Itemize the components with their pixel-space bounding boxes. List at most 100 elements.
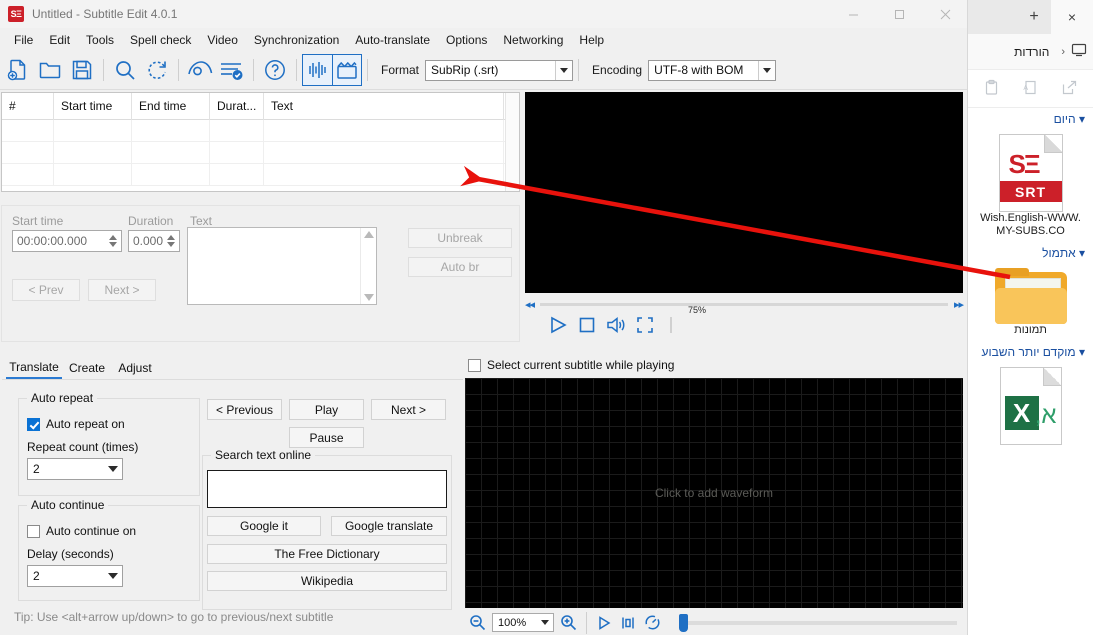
next-button[interactable]: Next >	[88, 279, 156, 301]
replace-icon[interactable]	[141, 54, 173, 86]
menu-options[interactable]: Options	[438, 30, 495, 50]
unbreak-button[interactable]: Unbreak	[408, 228, 512, 248]
breadcrumb[interactable]: הורדות	[1014, 45, 1049, 59]
column-header-end-time[interactable]: End time	[132, 93, 210, 120]
open-folder-icon[interactable]	[34, 54, 66, 86]
select-current-subtitle-checkbox[interactable]: Select current subtitle while playing	[468, 358, 674, 372]
srt-icon-mark: SΞ	[1008, 149, 1041, 179]
google-it-button[interactable]: Google it	[207, 516, 321, 536]
search-input[interactable]	[207, 470, 447, 508]
subtitle-text-input[interactable]	[187, 227, 377, 305]
tab-translate[interactable]: Translate	[6, 357, 62, 379]
menu-file[interactable]: File	[6, 30, 41, 50]
help-icon[interactable]	[259, 54, 291, 86]
waveform-zoom-dropdown[interactable]: 100%	[492, 613, 554, 632]
this-pc-icon[interactable]	[1071, 42, 1087, 61]
menu-spell-check[interactable]: Spell check	[122, 30, 199, 50]
volume-icon[interactable]	[606, 316, 626, 334]
start-time-input[interactable]: 00:00:00.000	[12, 230, 122, 252]
subtitle-list[interactable]: # Start time End time Durat... Text	[1, 92, 520, 192]
menu-help[interactable]: Help	[571, 30, 612, 50]
volume-slider[interactable]: 75%	[670, 305, 742, 333]
next-playback-button[interactable]: Next >	[371, 399, 446, 420]
column-header-text[interactable]: Text	[264, 93, 504, 120]
share-icon[interactable]	[1061, 79, 1078, 99]
speed-icon[interactable]	[644, 614, 661, 631]
auto-repeat-checkbox[interactable]: Auto repeat on	[27, 417, 125, 431]
previous-button[interactable]: < Previous	[207, 399, 282, 420]
encoding-dropdown[interactable]: UTF-8 with BOM	[648, 59, 777, 81]
table-row[interactable]	[2, 164, 519, 186]
video-player[interactable]	[525, 92, 963, 293]
list-item[interactable]: X א,	[968, 361, 1093, 449]
menu-networking[interactable]: Networking	[495, 30, 571, 50]
slider-thumb[interactable]	[679, 613, 688, 632]
column-header-number[interactable]: #	[2, 93, 54, 120]
rewind-icon[interactable]: ◂◂	[525, 298, 535, 311]
scroll-down-icon[interactable]	[363, 294, 374, 301]
free-dictionary-button[interactable]: The Free Dictionary	[207, 544, 447, 564]
visual-sync-icon[interactable]	[184, 54, 216, 86]
save-icon[interactable]	[66, 54, 98, 86]
waveform-position-slider[interactable]	[679, 613, 957, 632]
wikipedia-button[interactable]: Wikipedia	[207, 571, 447, 591]
spinner-arrows-icon[interactable]	[163, 232, 178, 250]
stop-icon[interactable]	[578, 316, 596, 334]
subtitle-list-scrollbar[interactable]	[505, 93, 519, 191]
spinner-arrows-icon[interactable]	[105, 232, 120, 250]
google-translate-button[interactable]: Google translate	[331, 516, 447, 536]
table-row[interactable]	[2, 120, 519, 142]
column-header-duration[interactable]: Durat...	[210, 93, 264, 120]
back-chevron-icon[interactable]: ‹	[1061, 46, 1065, 58]
delay-dropdown[interactable]: 2	[27, 565, 123, 587]
waveform-play-icon[interactable]	[596, 615, 612, 631]
autobr-button[interactable]: Auto br	[408, 257, 512, 277]
menu-tools[interactable]: Tools	[78, 30, 122, 50]
minimize-button[interactable]	[830, 0, 876, 28]
menu-auto-translate[interactable]: Auto-translate	[347, 30, 438, 50]
menu-synchronization[interactable]: Synchronization	[246, 30, 347, 50]
center-icon[interactable]	[620, 615, 636, 631]
pause-button[interactable]: Pause	[289, 427, 364, 448]
zoom-out-icon[interactable]	[469, 614, 486, 631]
fast-forward-icon[interactable]: ▸▸	[954, 298, 964, 311]
new-file-icon[interactable]	[2, 54, 34, 86]
maximize-button[interactable]	[876, 0, 922, 28]
scroll-up-icon[interactable]	[363, 231, 374, 238]
table-row[interactable]	[2, 142, 519, 164]
spell-check-icon[interactable]	[216, 54, 248, 86]
subtitle-edit-window: SΞ Untitled - Subtitle Edit 4.0.1 File E…	[0, 0, 968, 635]
column-header-start-time[interactable]: Start time	[54, 93, 132, 120]
video-seek-bar[interactable]: ◂◂ ▸▸	[525, 296, 964, 312]
menu-edit[interactable]: Edit	[41, 30, 78, 50]
duration-input[interactable]: 0.000	[128, 230, 180, 252]
seek-track[interactable]	[540, 302, 948, 306]
zoom-in-icon[interactable]	[560, 614, 577, 631]
waveform-panel[interactable]: Click to add waveform	[465, 378, 963, 608]
paste-icon[interactable]	[983, 79, 1000, 99]
format-dropdown[interactable]: SubRip (.srt)	[425, 59, 574, 81]
fullscreen-icon[interactable]	[636, 316, 654, 334]
close-button[interactable]	[922, 0, 967, 28]
explorer-group-yesterday[interactable]: ▾ אתמול	[968, 242, 1093, 262]
list-item[interactable]: תמונות	[968, 262, 1093, 341]
prev-button[interactable]: < Prev	[12, 279, 80, 301]
rename-icon[interactable]: A	[1022, 79, 1039, 99]
video-toggle-icon[interactable]	[332, 54, 362, 86]
tab-adjust[interactable]: Adjust	[112, 357, 158, 379]
list-item[interactable]: SΞ SRT Wish.English-WWW.MY-SUBS.CO	[968, 128, 1093, 242]
menu-video[interactable]: Video	[199, 30, 245, 50]
play-button[interactable]: Play	[289, 399, 364, 420]
explorer-new-tab-button[interactable]: +	[1017, 0, 1051, 34]
text-scrollbar[interactable]	[360, 228, 376, 304]
find-icon[interactable]	[109, 54, 141, 86]
auto-continue-checkbox[interactable]: Auto continue on	[27, 524, 136, 538]
repeat-count-dropdown[interactable]: 2	[27, 458, 123, 480]
play-icon[interactable]	[548, 315, 568, 335]
explorer-group-today[interactable]: ▾ היום	[968, 108, 1093, 128]
tab-create[interactable]: Create	[66, 357, 108, 379]
explorer-close-tab-button[interactable]: ×	[1051, 0, 1093, 34]
waveform-toggle-icon[interactable]	[302, 54, 332, 86]
explorer-group-earlier-this-week[interactable]: ▾ מוקדם יותר השבוע	[968, 341, 1093, 361]
excel-icon-text: X	[1004, 396, 1039, 430]
